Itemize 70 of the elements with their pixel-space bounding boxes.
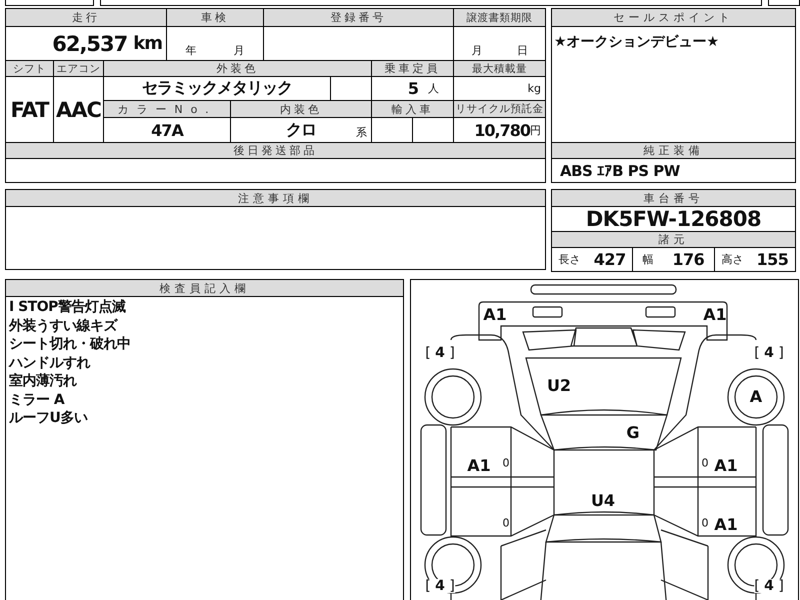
section-header: セールスポイント — [552, 9, 795, 27]
chassis-number: DK5FW-126808 — [586, 207, 762, 231]
column-header: エアコン — [54, 61, 104, 77]
section-header: 検査員記入欄 — [6, 280, 403, 297]
day-unit: 日 — [516, 43, 528, 58]
damage-code: 0 — [702, 518, 708, 528]
yen-unit: 円 — [530, 122, 541, 136]
inspector-note: ルーフU多い — [9, 409, 88, 428]
recycle-fee-value: 10,780 — [474, 120, 530, 140]
equipment-list: ABS ｴｱB PS PW — [560, 162, 680, 180]
tire-grade: [ 4 ] — [754, 346, 784, 360]
column-header: 最大積載量 — [454, 61, 546, 77]
inspector-note: 室内薄汚れ — [9, 372, 78, 390]
sales-point-text: ★オークションデビュー★ — [554, 34, 720, 50]
interior-color-value: クロ — [286, 120, 316, 140]
dimension-label: 幅 — [642, 252, 654, 267]
tire-grade: [ 4 ] — [425, 346, 455, 360]
column-header: シフト — [6, 61, 54, 77]
column-header: 車検 — [167, 9, 264, 27]
column-header: 登録番号 — [264, 9, 454, 27]
column-header: 輸入車 — [372, 101, 454, 118]
dimension-value: 176 — [672, 250, 704, 269]
dimension-label: 長さ — [558, 252, 581, 267]
damage-code: A1 — [714, 458, 738, 474]
capacity-value: 5 — [408, 79, 418, 98]
inspector-note: ハンドルすれ — [9, 354, 92, 372]
damage-code: G — [626, 425, 640, 441]
damage-code: A1 — [467, 458, 491, 474]
mileage-unit: km — [133, 33, 162, 54]
month-unit: 月 — [234, 43, 244, 58]
section-header: 注意事項欄 — [6, 190, 545, 207]
dimension-value: 155 — [756, 250, 788, 269]
tire-grade: [ 4 ] — [754, 579, 784, 593]
damage-code: 0 — [502, 458, 510, 468]
damage-code: U2 — [546, 378, 572, 394]
tire-grade: [ 4 ] — [425, 579, 455, 593]
damage-code: A1 — [703, 307, 727, 323]
column-header: 乗車定員 — [372, 61, 454, 77]
damage-code: 0 — [502, 518, 510, 528]
dimension-value: 427 — [594, 250, 626, 269]
section-header: 諸元 — [552, 232, 795, 248]
column-header: 内装色 — [231, 101, 372, 118]
color-number-value: 47A — [151, 120, 183, 140]
section-header: 純正装備 — [552, 143, 795, 159]
year-unit: 年 — [186, 43, 196, 58]
column-header: 後日発送部品 — [6, 143, 546, 159]
inspector-note: 外装うすい線キズ — [9, 316, 119, 335]
load-unit: kg — [528, 82, 541, 95]
damage-code: A1 — [483, 307, 507, 323]
inspector-note: I STOP警告灯点滅 — [9, 298, 127, 316]
month-unit: 月 — [471, 43, 482, 58]
damage-code: 0 — [702, 458, 708, 468]
inspector-note: ミラー A — [9, 390, 66, 409]
inspector-note: シート切れ・破れ中 — [9, 335, 132, 354]
column-header: 譲渡書類期限 — [454, 9, 546, 27]
damage-code: A — [750, 389, 762, 405]
column-header: カラーNo. — [104, 101, 231, 118]
capacity-unit: 人 — [428, 81, 439, 96]
exterior-color-value: セラミックメタリック — [142, 78, 292, 99]
section-header: 車台番号 — [552, 190, 795, 207]
aircon-value: AAC — [56, 98, 101, 122]
interior-color-suffix: 系 — [356, 125, 367, 140]
mileage-value: 62,537 — [52, 32, 128, 56]
damage-code: A1 — [714, 517, 738, 533]
dimension-label: 高さ — [721, 252, 744, 267]
column-header: 外装色 — [104, 61, 372, 77]
column-header: リサイクル預託金 — [454, 101, 546, 118]
shift-value: FAT — [10, 98, 48, 122]
damage-code: U4 — [590, 493, 616, 509]
column-header: 走行 — [6, 9, 167, 27]
